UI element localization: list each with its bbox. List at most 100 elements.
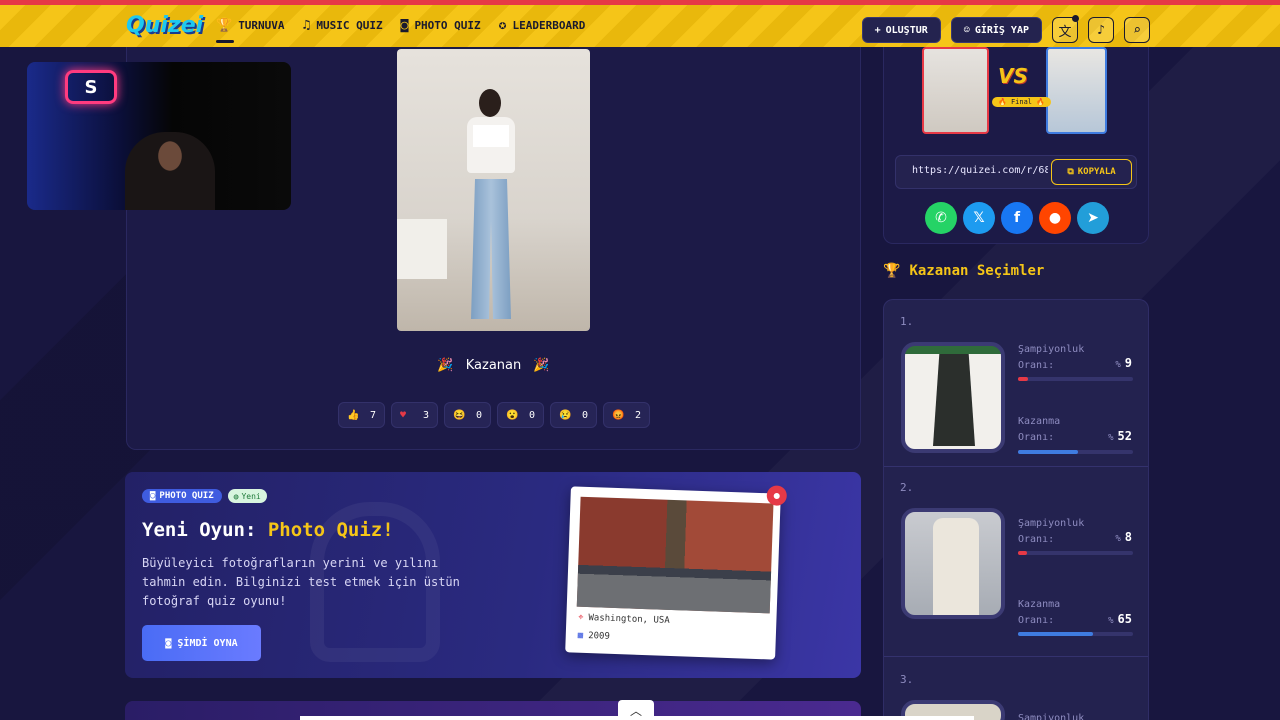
champion-rate-value: % 8 bbox=[1115, 530, 1132, 544]
winner-thumb-1[interactable] bbox=[901, 342, 1005, 453]
search-button[interactable]: ⌕ bbox=[1124, 17, 1150, 43]
final-badge: 🔥 Final 🔥 bbox=[992, 97, 1051, 107]
nav-turnuva[interactable]: 🏆 TURNUVA bbox=[216, 18, 285, 43]
globe-icon: ◍ bbox=[233, 491, 239, 501]
street-photo bbox=[576, 496, 774, 614]
logo[interactable]: Quizei bbox=[126, 13, 203, 38]
heart-icon: ♥ bbox=[400, 409, 407, 421]
champion-rate-label: Şampiyonluk Oranı: bbox=[1018, 344, 1085, 371]
win-rate-value: % 52 bbox=[1108, 429, 1132, 443]
camera-icon: ◙ bbox=[400, 18, 409, 33]
finalist-right-photo[interactable] bbox=[1046, 47, 1107, 134]
divider bbox=[884, 656, 1148, 657]
trophy-icon: 🏆 bbox=[883, 263, 901, 279]
social-share-buttons: ✆ 𝕏 f ● ➤ bbox=[925, 202, 1109, 234]
header-actions: + OLUŞTUR ☺ GİRİŞ YAP 文 ♪ ⌕ bbox=[861, 15, 1150, 43]
plus-icon: + bbox=[874, 24, 881, 36]
party-icon: 🎉 bbox=[533, 358, 550, 373]
wow-icon: 😮 bbox=[506, 409, 519, 421]
music-icon: ♫ bbox=[302, 18, 311, 33]
rank-number: 3. bbox=[900, 673, 914, 686]
win-rate-label: Kazanma Oranı: bbox=[1018, 416, 1061, 443]
reaction-laugh[interactable]: 😆 0 bbox=[444, 402, 491, 428]
x-icon[interactable]: 𝕏 bbox=[963, 202, 995, 234]
win-rate-value: % 65 bbox=[1108, 612, 1132, 626]
webcam-overlay: S bbox=[27, 62, 291, 210]
new-badge: ◍ Yeni bbox=[227, 489, 267, 503]
promo-badges: ◙ PHOTO QUIZ ◍ Yeni bbox=[142, 489, 267, 503]
login-button[interactable]: ☺ GİRİŞ YAP bbox=[950, 17, 1042, 43]
photo-location: ⌖ Washington, USA bbox=[578, 612, 670, 626]
angry-icon: 😡 bbox=[612, 409, 625, 421]
play-now-button[interactable]: ◙ ŞİMDİ OYNA bbox=[142, 625, 261, 661]
win-rate-bar bbox=[1018, 632, 1133, 636]
language-button[interactable]: 文 bbox=[1052, 15, 1079, 43]
vs-label: VS bbox=[998, 64, 1028, 88]
champion-rate-bar bbox=[1018, 377, 1133, 381]
translate-icon: 文 bbox=[1058, 24, 1072, 40]
reaction-wow[interactable]: 😮 0 bbox=[497, 402, 544, 428]
rank-number: 1. bbox=[900, 315, 914, 328]
category-badge: ◙ PHOTO QUIZ bbox=[142, 489, 222, 503]
reaction-sad[interactable]: 😢 0 bbox=[550, 402, 597, 428]
notification-dot bbox=[1072, 15, 1079, 22]
party-icon: 🎉 bbox=[437, 358, 454, 373]
bell-icon: ♪ bbox=[1097, 22, 1105, 38]
create-button[interactable]: + OLUŞTUR bbox=[861, 17, 941, 43]
win-rate-bar bbox=[1018, 450, 1133, 454]
photo-year: ▦ 2009 bbox=[577, 630, 611, 642]
outfit-figure bbox=[459, 89, 523, 329]
rank-number: 2. bbox=[900, 481, 914, 494]
champion-rate-label: Şampiyonluk Oranı: bbox=[1018, 518, 1085, 545]
streamer-figure bbox=[125, 132, 215, 210]
reaction-angry[interactable]: 😡 2 bbox=[603, 402, 650, 428]
sad-icon: 😢 bbox=[559, 409, 572, 421]
map-pin-icon: ● bbox=[766, 485, 788, 506]
reaction-thumbs-up[interactable]: 👍 7 bbox=[338, 402, 385, 428]
winner-thumb-2[interactable] bbox=[901, 508, 1005, 619]
divider bbox=[884, 466, 1148, 467]
reddit-icon[interactable]: ● bbox=[1039, 202, 1071, 234]
top-navbar: Quizei 🏆 TURNUVA ♫ MUSIC QUIZ ◙ PHOTO QU… bbox=[0, 0, 1280, 47]
camera-icon: ◙ bbox=[150, 491, 156, 501]
bottom-overlay-bar bbox=[300, 716, 974, 720]
user-icon: ☺ bbox=[963, 24, 970, 36]
nav-photo-quiz[interactable]: ◙ PHOTO QUIZ bbox=[401, 18, 481, 33]
reaction-heart[interactable]: ♥ 3 bbox=[391, 402, 438, 428]
winner-label: 🎉 Kazanan 🎉 bbox=[437, 358, 550, 373]
calendar-icon: ▦ bbox=[577, 630, 584, 641]
reaction-bar: 👍 7 ♥ 3 😆 0 😮 0 😢 0 😡 2 bbox=[338, 402, 650, 428]
search-icon: ⌕ bbox=[1133, 22, 1141, 38]
promo-description: Büyüleyici fotoğrafların yerini ve yılın… bbox=[142, 556, 460, 608]
copy-button[interactable]: ⧉ KOPYALA bbox=[1051, 159, 1132, 185]
nav-leaderboard[interactable]: ✪ LEADERBOARD bbox=[499, 18, 586, 33]
winner-photo[interactable] bbox=[397, 49, 590, 331]
telegram-icon[interactable]: ➤ bbox=[1077, 202, 1109, 234]
main-nav: 🏆 TURNUVA ♫ MUSIC QUIZ ◙ PHOTO QUIZ ✪ LE… bbox=[216, 18, 586, 43]
couch-shape bbox=[397, 219, 447, 279]
fire-icon: 🔥 bbox=[1036, 98, 1045, 106]
share-url-input[interactable] bbox=[912, 165, 1048, 176]
neon-sign: S bbox=[65, 70, 117, 104]
camera-icon: ◙ bbox=[165, 637, 172, 649]
notifications-button[interactable]: ♪ bbox=[1088, 17, 1114, 43]
finalist-left-photo[interactable] bbox=[922, 47, 989, 134]
facebook-icon[interactable]: f bbox=[1001, 202, 1033, 234]
location-icon: ⌖ bbox=[578, 612, 584, 623]
whatsapp-icon[interactable]: ✆ bbox=[925, 202, 957, 234]
fire-icon: 🔥 bbox=[998, 98, 1007, 106]
win-rate-label: Kazanma Oranı: bbox=[1018, 599, 1061, 626]
winners-heading: 🏆 Kazanan Seçimler bbox=[883, 263, 1045, 279]
promo-title: Yeni Oyun: Photo Quiz! bbox=[142, 519, 394, 541]
copy-icon: ⧉ bbox=[1067, 167, 1074, 177]
sample-photo-card: ● ⌖ Washington, USA ▦ 2009 bbox=[565, 485, 788, 660]
trophy-icon: 🏆 bbox=[216, 18, 233, 33]
champion-rate-bar bbox=[1018, 551, 1133, 555]
champion-rate-label: Şampiyonluk bbox=[1018, 713, 1085, 720]
laugh-icon: 😆 bbox=[453, 409, 466, 421]
medal-icon: ✪ bbox=[498, 18, 507, 33]
nav-music-quiz[interactable]: ♫ MUSIC QUIZ bbox=[303, 18, 383, 33]
photo-quiz-promo: ◙ PHOTO QUIZ ◍ Yeni Yeni Oyun: Photo Qui… bbox=[125, 472, 861, 678]
share-url-row: ⧉ KOPYALA bbox=[895, 155, 1137, 189]
thumbs-up-icon: 👍 bbox=[347, 409, 360, 421]
